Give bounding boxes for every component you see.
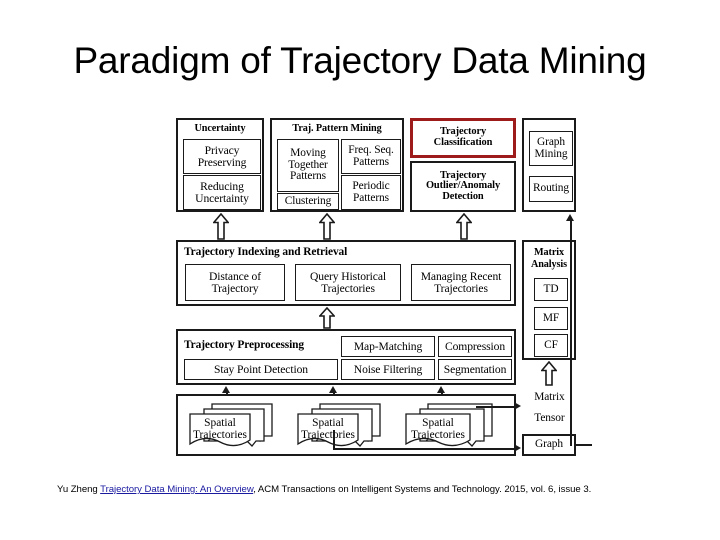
box-trajectory-classification[interactable]: Trajectory Classification — [410, 118, 516, 158]
return-line-bottom — [574, 444, 592, 446]
group-matrix-analysis-header: Matrix Analysis — [530, 247, 567, 270]
citation-link[interactable]: Trajectory Data Mining: An Overview — [100, 484, 253, 495]
feed-arrow-matrix — [514, 402, 521, 410]
arrow-head-data-1 — [222, 386, 231, 393]
box-clustering: Clustering — [277, 193, 339, 210]
group-preprocessing-header: Trajectory Preprocessing — [184, 339, 305, 351]
doc-stack-spatial-1: Spatial Trajectories — [189, 403, 273, 447]
block-arrow-up-pattern-mining — [319, 213, 335, 240]
svg-text:Trajectories: Trajectories — [193, 429, 248, 441]
box-map-matching: Map-Matching — [341, 336, 435, 357]
box-reducing-uncertainty: Reducing Uncertainty — [183, 175, 261, 210]
block-arrow-up-uncertainty — [213, 213, 229, 240]
box-managing-recent-trajectories: Managing Recent Trajectories — [411, 264, 511, 301]
group-traj-pattern-mining-header: Traj. Pattern Mining — [292, 123, 382, 134]
block-arrow-up-indexing — [319, 307, 335, 329]
group-uncertainty-header: Uncertainty — [194, 123, 246, 134]
svg-text:Spatial: Spatial — [204, 417, 236, 429]
box-graph-mining: Graph Mining — [529, 131, 573, 166]
box-privacy-preserving: Privacy Preserving — [183, 139, 261, 174]
block-arrow-up-matrix-analysis — [541, 361, 557, 386]
box-routing: Routing — [529, 176, 573, 202]
svg-text:Trajectories: Trajectories — [301, 429, 356, 441]
box-segmentation: Segmentation — [438, 359, 512, 380]
box-td: TD — [534, 278, 568, 301]
box-graph: Graph — [522, 434, 576, 456]
group-trajectory-indexing-retrieval: Trajectory Indexing and Retrieval Distan… — [176, 240, 516, 306]
box-trajectory-outlier-anomaly-detection: Trajectory Outlier/Anomaly Detection — [410, 161, 516, 212]
paradigm-diagram: Uncertainty Privacy Preserving Reducing … — [176, 118, 592, 456]
box-periodic-patterns: Periodic Patterns — [341, 175, 401, 210]
box-freq-seq-patterns: Freq. Seq. Patterns — [341, 139, 401, 174]
group-uncertainty: Uncertainty Privacy Preserving Reducing … — [176, 118, 264, 212]
arrow-head-data-3 — [437, 386, 446, 393]
box-tensor: Tensor — [522, 408, 577, 430]
svg-text:Spatial: Spatial — [312, 417, 344, 429]
slide-canvas: Paradigm of Trajectory Data Mining Uncer… — [0, 0, 720, 540]
box-query-historical-trajectories: Query Historical Trajectories — [295, 264, 401, 301]
box-stay-point-detection: Stay Point Detection — [184, 359, 338, 380]
citation: Yu Zheng Trajectory Data Mining: An Over… — [57, 484, 667, 495]
feed-line-matrix — [476, 406, 515, 408]
return-line-vertical — [570, 221, 572, 446]
svg-text:Spatial: Spatial — [422, 417, 454, 429]
block-arrow-up-classification — [456, 213, 472, 240]
box-compression: Compression — [438, 336, 512, 357]
feed-arrow-graph — [514, 444, 521, 452]
group-trajectory-preprocessing: Trajectory Preprocessing Map-Matching Co… — [176, 329, 516, 385]
group-traj-pattern-mining: Traj. Pattern Mining Moving Together Pat… — [270, 118, 404, 212]
svg-text:Trajectories: Trajectories — [411, 429, 466, 441]
box-distance-of-trajectory: Distance of Trajectory — [185, 264, 285, 301]
doc-stack-spatial-2: Spatial Trajectories — [297, 403, 381, 447]
box-noise-filtering: Noise Filtering — [341, 359, 435, 380]
citation-rest: ACM Transactions on Intelligent Systems … — [255, 484, 592, 495]
box-cf: CF — [534, 334, 568, 357]
arrow-head-data-2 — [329, 386, 338, 393]
feed-line-graph-horizontal — [333, 448, 515, 450]
box-matrix: Matrix — [522, 386, 577, 410]
box-mf: MF — [534, 307, 568, 330]
return-arrow-head — [566, 214, 575, 221]
citation-author: Yu Zheng — [57, 484, 98, 495]
box-moving-together-patterns: Moving Together Patterns — [277, 139, 339, 192]
group-matrix-analysis: Matrix Analysis TD MF CF — [522, 240, 576, 360]
group-indexing-header: Trajectory Indexing and Retrieval — [184, 246, 348, 258]
page-title: Paradigm of Trajectory Data Mining — [73, 40, 647, 81]
group-matrix-tensor: Matrix Tensor — [522, 386, 577, 430]
group-graph-column: Graph Mining Routing — [522, 118, 576, 212]
feed-line-graph-riser — [333, 430, 335, 449]
